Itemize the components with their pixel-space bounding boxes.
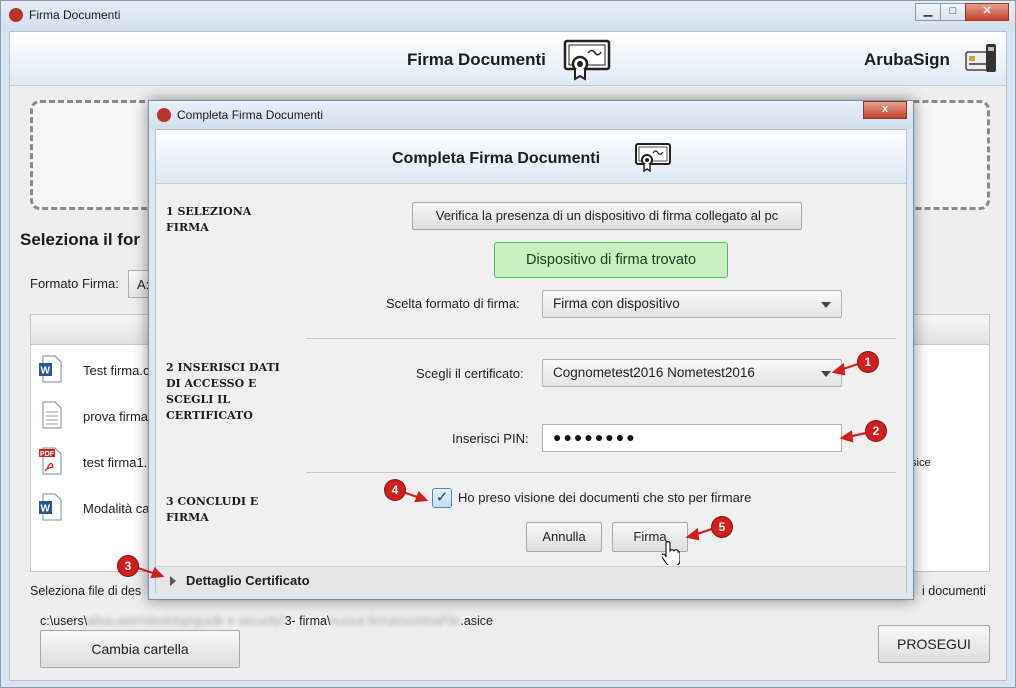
- callout-badge: 4: [385, 480, 405, 500]
- hand-cursor-icon: [662, 541, 680, 565]
- callout-badge: 3: [118, 556, 138, 576]
- callout-badge: 5: [712, 517, 732, 537]
- callout-badge: 1: [858, 352, 878, 372]
- callout-badge: 2: [866, 421, 886, 441]
- callout-arrows: [137, 362, 867, 579]
